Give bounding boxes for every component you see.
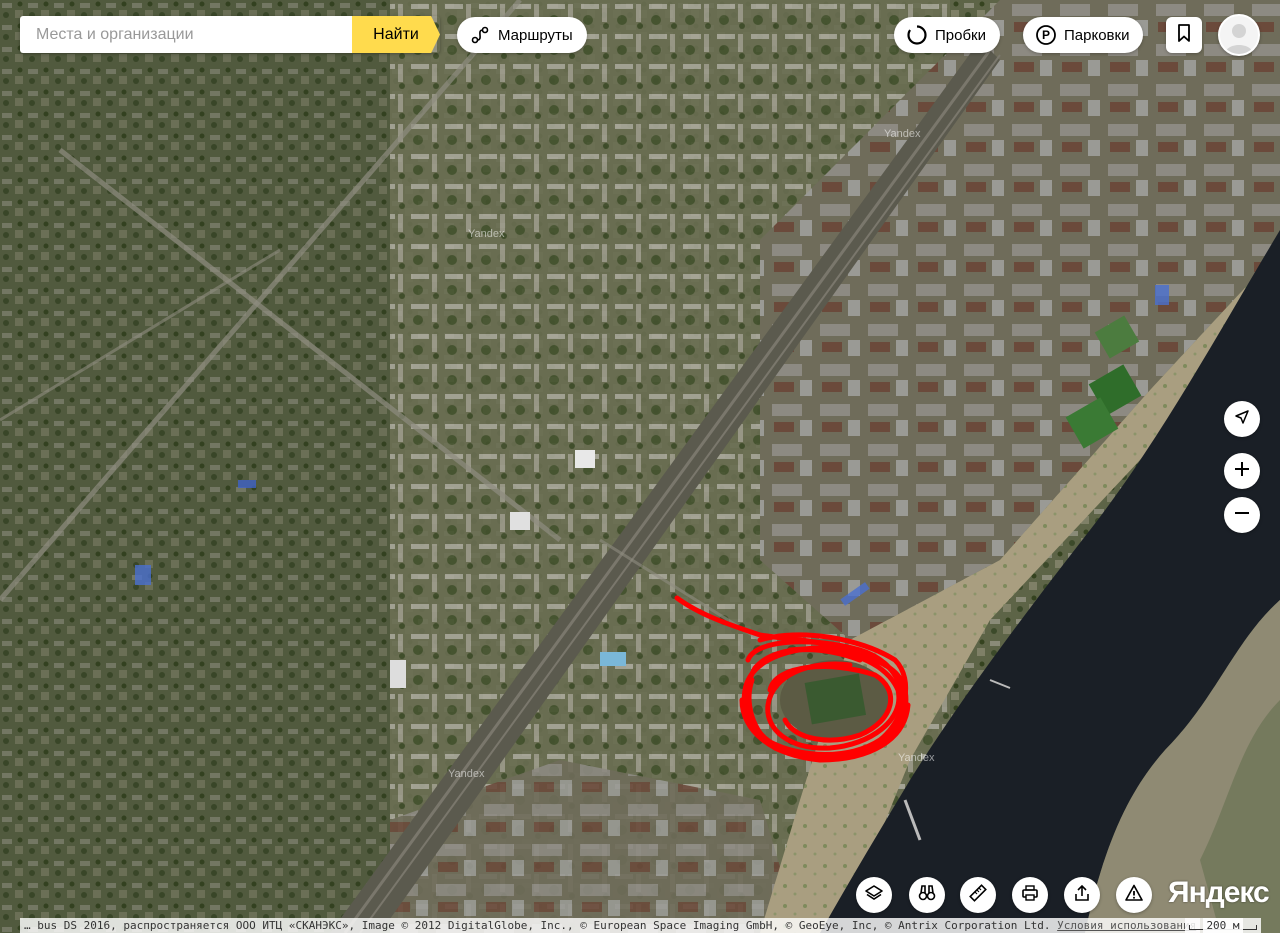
terms-link[interactable]: Условия использования (1057, 919, 1196, 932)
satellite-map[interactable]: Yandex Yandex Yandex Yandex (0, 0, 1280, 933)
traffic-light-icon (906, 24, 928, 46)
minus-icon (1233, 504, 1251, 527)
ruler-button[interactable] (960, 877, 996, 913)
locate-me-button[interactable] (1224, 401, 1260, 437)
map-watermark: Yandex (468, 228, 505, 240)
search-input[interactable] (20, 16, 352, 53)
ruler-icon (968, 883, 988, 908)
map-watermark: Yandex (898, 752, 935, 764)
map-watermark: Yandex (884, 128, 921, 140)
copyright-bar: … bus DS 2016, распространяется ООО ИТЦ … (20, 918, 1201, 933)
scale-label: 200 м (1203, 918, 1243, 933)
print-button[interactable] (1012, 877, 1048, 913)
user-icon (1225, 24, 1253, 54)
user-avatar[interactable] (1218, 14, 1260, 56)
layers-button[interactable] (856, 877, 892, 913)
map-scale: 200 м (1185, 918, 1261, 933)
print-icon (1020, 883, 1040, 908)
parking-button[interactable]: P Парковки (1023, 17, 1144, 53)
plus-icon (1233, 460, 1251, 483)
navigation-arrow-icon (1233, 408, 1251, 431)
zoom-in-button[interactable] (1224, 453, 1260, 489)
yandex-logo[interactable]: Яндекс (1168, 876, 1270, 910)
panorama-button[interactable] (909, 877, 945, 913)
copyright-text: … bus DS 2016, распространяется ООО ИТЦ … (24, 919, 1051, 932)
bookmarks-button[interactable] (1166, 17, 1202, 53)
map-watermark: Yandex (448, 768, 485, 780)
routes-button[interactable]: Маршруты (457, 17, 587, 53)
report-error-button[interactable] (1116, 877, 1152, 913)
zoom-out-button[interactable] (1224, 497, 1260, 533)
search-button[interactable]: Найти (352, 16, 440, 53)
report-error-icon (1124, 883, 1144, 908)
routes-label: Маршруты (498, 26, 573, 44)
route-icon (469, 24, 491, 46)
layers-icon (864, 883, 884, 908)
parking-icon: P (1035, 24, 1057, 46)
search-bar: Найти (20, 16, 440, 53)
traffic-label: Пробки (935, 26, 986, 44)
panorama-binoculars-icon (917, 883, 937, 908)
share-icon (1072, 883, 1092, 908)
bookmark-icon (1177, 23, 1191, 47)
share-button[interactable] (1064, 877, 1100, 913)
traffic-button[interactable]: Пробки (894, 17, 1000, 53)
parking-label: Парковки (1064, 26, 1130, 44)
map-canvas[interactable] (0, 0, 1280, 933)
